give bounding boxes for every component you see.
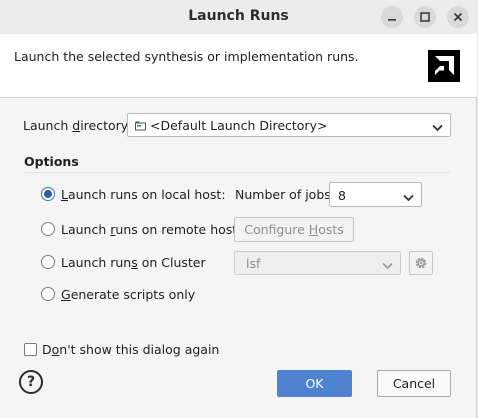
options-heading: Options [24, 154, 79, 169]
minimize-icon [388, 19, 396, 21]
maximize-icon [420, 12, 430, 22]
cluster-label[interactable]: Launch runs on Cluster [61, 255, 206, 270]
number-of-jobs-value: 8 [338, 188, 346, 203]
maximize-button[interactable] [414, 6, 436, 28]
options-separator [24, 172, 450, 173]
launch-directory-value: <Default Launch Directory> [150, 118, 328, 133]
ok-button[interactable]: OK [277, 370, 352, 397]
close-button[interactable] [447, 6, 469, 28]
chevron-down-icon [432, 121, 443, 136]
dont-show-label[interactable]: Don't show this dialog again [42, 342, 219, 357]
local-host-label[interactable]: Launch runs on local host: [61, 187, 226, 202]
minimize-button[interactable] [381, 6, 403, 28]
launch-runs-dialog: Launch Runs Launch the selected synthesi… [0, 0, 477, 418]
launch-directory-label: Launch directory: [23, 118, 132, 133]
title-bar: Launch Runs [0, 0, 477, 34]
description-banner: Launch the selected synthesis or impleme… [0, 34, 477, 98]
help-button[interactable]: ? [19, 370, 43, 394]
number-of-jobs-label: Number of jobs: [235, 187, 335, 202]
local-host-radio[interactable] [41, 187, 55, 201]
configure-hosts-button[interactable]: Configure Hosts [234, 217, 354, 242]
close-icon [453, 12, 463, 22]
cancel-button[interactable]: Cancel [377, 370, 451, 397]
number-of-jobs-combo[interactable]: 8 [329, 182, 422, 207]
cluster-radio[interactable] [41, 255, 55, 269]
chevron-down-icon [403, 191, 414, 206]
remote-hosts-label[interactable]: Launch runs on remote hosts [61, 222, 244, 237]
cluster-settings-button[interactable] [409, 251, 433, 275]
question-icon: ? [26, 374, 36, 390]
launch-directory-combo[interactable]: <Default Launch Directory> [127, 113, 451, 137]
amd-logo [428, 50, 460, 82]
chevron-down-icon [382, 259, 393, 274]
banner-description: Launch the selected synthesis or impleme… [14, 49, 359, 64]
cluster-value: lsf [246, 256, 261, 271]
window-title: Launch Runs [188, 8, 289, 24]
scripts-only-label[interactable]: Generate scripts only [61, 287, 195, 302]
scripts-only-radio[interactable] [41, 287, 55, 301]
folder-icon [135, 120, 146, 135]
dont-show-checkbox[interactable] [24, 343, 37, 356]
amd-logo-icon [435, 56, 454, 75]
remote-hosts-radio[interactable] [41, 222, 55, 236]
gear-icon [414, 256, 428, 273]
cluster-combo[interactable]: lsf [234, 251, 401, 275]
